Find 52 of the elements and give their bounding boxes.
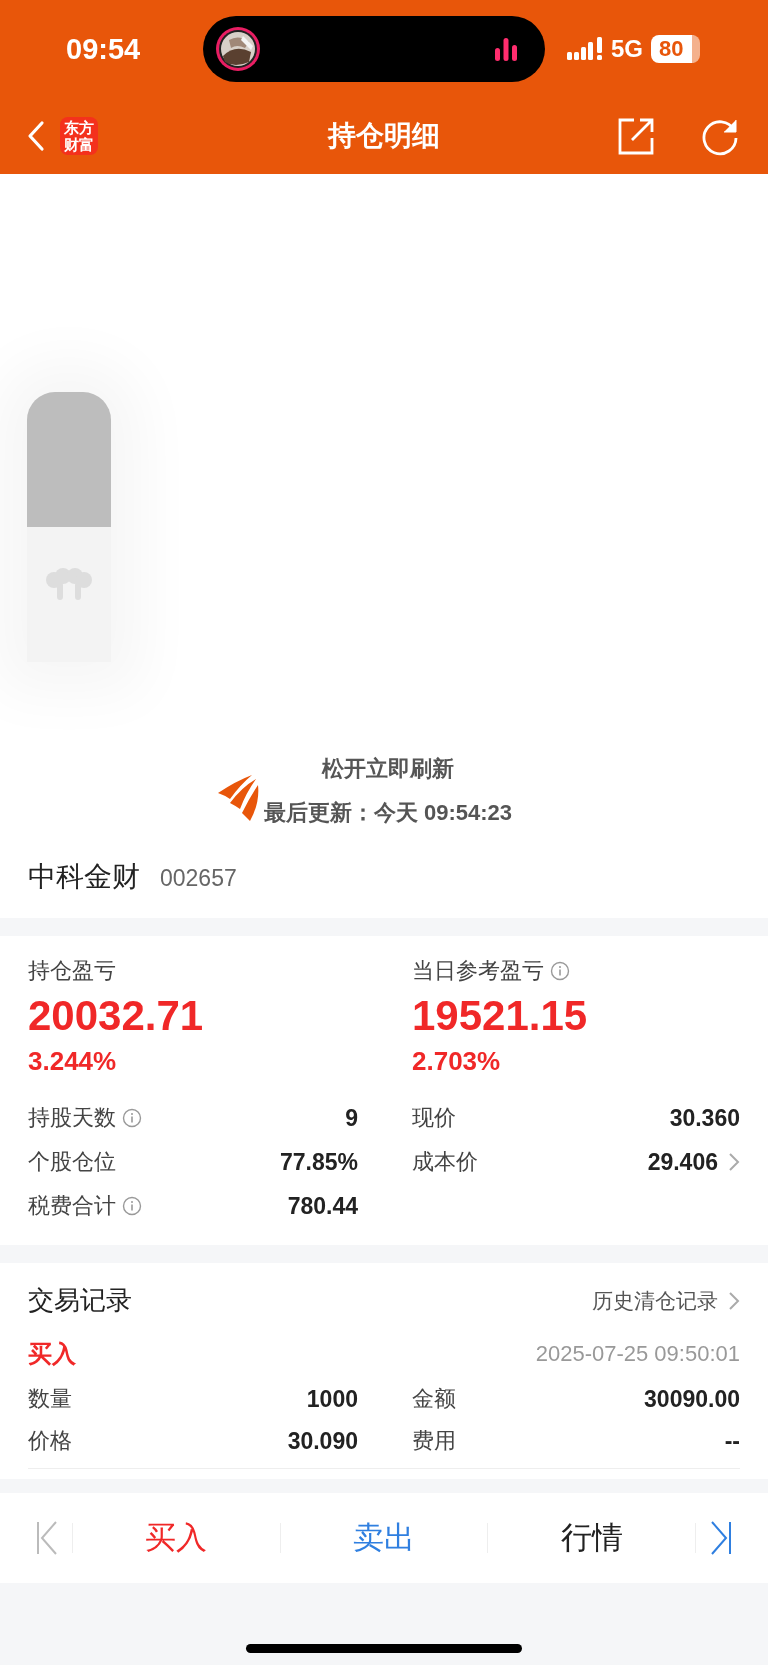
field-label: 价格 bbox=[28, 1427, 72, 1455]
stat-label: 税费合计 bbox=[28, 1192, 116, 1220]
chevron-icon[interactable] bbox=[728, 1290, 740, 1311]
network-label: 5G bbox=[611, 35, 643, 63]
stat-label: 现价 bbox=[412, 1104, 456, 1132]
profit-percent: 3.244% bbox=[28, 1046, 118, 1077]
field-value: -- bbox=[724, 1427, 740, 1455]
field-value: 30090.00 bbox=[644, 1385, 740, 1413]
action-tab[interactable]: 卖出 bbox=[280, 1511, 488, 1565]
status-time: 09:54 bbox=[66, 32, 142, 66]
action-tab[interactable]: 行情 bbox=[488, 1511, 695, 1565]
info-icon[interactable] bbox=[122, 1108, 142, 1128]
section-title: 交易记录 bbox=[28, 1284, 132, 1317]
profit-percent: 2.703% bbox=[412, 1046, 502, 1077]
action-tab[interactable]: 买入 bbox=[73, 1511, 280, 1565]
first-page-icon[interactable] bbox=[36, 1520, 60, 1556]
app-logo: 东方 财富 bbox=[60, 117, 98, 155]
stat-value: 30.360 bbox=[669, 1104, 740, 1132]
field-value: 1000 bbox=[306, 1385, 358, 1413]
stat-label: 个股仓位 bbox=[28, 1148, 116, 1176]
trade-side: 买入 bbox=[28, 1339, 76, 1369]
battery-indicator: 80 bbox=[651, 35, 700, 63]
stat-value: 77.85% bbox=[280, 1148, 358, 1176]
profit-value: 19521.15 bbox=[412, 992, 589, 1040]
history-link[interactable]: 历史清仓记录 bbox=[592, 1286, 718, 1315]
summary-label: 当日参考盈亏 bbox=[412, 957, 544, 985]
stock-code: 002657 bbox=[160, 865, 237, 892]
field-label: 费用 bbox=[412, 1427, 456, 1455]
stat-label: 持股天数 bbox=[28, 1104, 116, 1132]
page-title: 持仓明细 bbox=[328, 119, 440, 153]
stat-value: 29.406 bbox=[647, 1148, 718, 1176]
summary-label: 持仓盈亏 bbox=[28, 957, 116, 985]
audio-wave-icon bbox=[493, 36, 519, 62]
back-icon[interactable] bbox=[26, 120, 46, 152]
info-icon[interactable] bbox=[122, 1196, 142, 1216]
volume-slider[interactable] bbox=[27, 392, 111, 662]
share-icon[interactable] bbox=[616, 116, 656, 156]
last-page-icon[interactable] bbox=[708, 1520, 732, 1556]
field-label: 金额 bbox=[412, 1385, 456, 1413]
field-value: 30.090 bbox=[287, 1427, 358, 1455]
last-update-time: 最后更新：今天 09:54:23 bbox=[263, 799, 513, 827]
info-icon[interactable] bbox=[550, 961, 570, 981]
chevron-icon[interactable] bbox=[728, 1152, 740, 1172]
refresh-status: 松开立即刷新 bbox=[322, 755, 454, 783]
field-label: 数量 bbox=[28, 1385, 72, 1413]
profit-value: 20032.71 bbox=[28, 992, 205, 1040]
stock-name: 中科金财 bbox=[28, 860, 140, 894]
signal-icon bbox=[567, 37, 603, 61]
stat-label: 成本价 bbox=[412, 1148, 478, 1176]
stat-value: 9 bbox=[345, 1104, 358, 1132]
trade-time: 2025-07-25 09:50:01 bbox=[535, 1341, 740, 1367]
stat-value: 780.44 bbox=[287, 1192, 358, 1220]
